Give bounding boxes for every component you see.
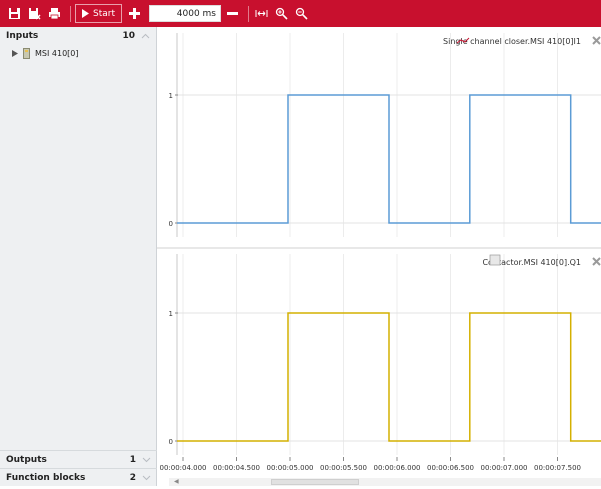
print-icon[interactable] <box>46 6 62 22</box>
close-plot-icon <box>592 36 601 45</box>
inputs-header[interactable]: Inputs 10 <box>0 27 156 45</box>
x-tick-label: 00:00:05.500 <box>320 464 367 472</box>
plus-icon[interactable] <box>126 6 142 22</box>
y-tick-label: 0 <box>169 220 173 228</box>
x-tick-label: 00:00:07.500 <box>534 464 581 472</box>
scroll-left-arrow-icon[interactable]: ◀ <box>174 478 179 485</box>
y-tick-label: 1 <box>169 92 173 100</box>
scrollbar-thumb[interactable] <box>271 479 359 485</box>
contactor-icon <box>489 254 501 266</box>
x-tick-label: 00:00:04.000 <box>159 464 206 472</box>
plot-area: 1 0 Single channel closer.MSI 410[0]I1 1 0 Co… <box>157 27 601 486</box>
inputs-count: 10 <box>122 31 135 41</box>
series-line <box>177 94 601 224</box>
chevron-down-icon[interactable] <box>142 473 151 482</box>
function-blocks-label: Function blocks <box>6 472 86 483</box>
sidebar-bottom-panels: Outputs 1 Function blocks 2 <box>0 450 157 486</box>
x-tick-label: 00:00:06.000 <box>373 464 420 472</box>
outputs-label: Outputs <box>6 454 47 465</box>
y-tick-label: 0 <box>169 438 173 446</box>
sidebar: Inputs 10 MSI 410[0] Outputs 1 Function … <box>0 27 157 486</box>
series-line <box>177 312 601 442</box>
tree-item-label: MSI 410[0] <box>35 48 79 58</box>
play-icon <box>82 9 89 18</box>
x-tick-label: 00:00:06.500 <box>427 464 474 472</box>
save-as-icon[interactable] <box>26 6 42 22</box>
plots-svg: 10Single channel closer.MSI 410[0]I110Co… <box>157 33 601 472</box>
start-button[interactable]: Start <box>75 4 122 23</box>
expand-arrow-icon[interactable] <box>12 49 18 57</box>
toolbar-separator <box>248 5 249 22</box>
x-tick-label: 00:00:05.000 <box>266 464 313 472</box>
fit-to-window-icon[interactable] <box>253 6 269 22</box>
x-tick-label: 00:00:07.000 <box>480 464 527 472</box>
zoom-in-icon[interactable] <box>273 6 289 22</box>
inputs-label: Inputs <box>6 31 39 41</box>
chevron-up-icon[interactable] <box>141 32 150 41</box>
toolbar-separator <box>70 5 71 22</box>
toolbar: Start <box>0 0 601 27</box>
close-plot-icon <box>592 257 601 266</box>
x-tick-label: 00:00:04.500 <box>213 464 260 472</box>
y-tick-label: 1 <box>169 310 173 318</box>
duration-input[interactable] <box>149 5 221 22</box>
outputs-header[interactable]: Outputs 1 <box>0 450 157 468</box>
tree-item-msi410[interactable]: MSI 410[0] <box>0 45 156 61</box>
start-button-label: Start <box>93 8 115 19</box>
function-blocks-count: 2 <box>129 472 136 483</box>
chevron-down-icon[interactable] <box>142 455 151 464</box>
device-icon <box>23 47 30 59</box>
outputs-count: 1 <box>129 454 136 465</box>
zoom-out-icon[interactable] <box>293 6 309 22</box>
save-icon[interactable] <box>6 6 22 22</box>
minus-icon[interactable] <box>224 6 240 22</box>
horizontal-scrollbar[interactable]: ◀ <box>169 478 601 486</box>
function-blocks-header[interactable]: Function blocks 2 <box>0 468 157 486</box>
